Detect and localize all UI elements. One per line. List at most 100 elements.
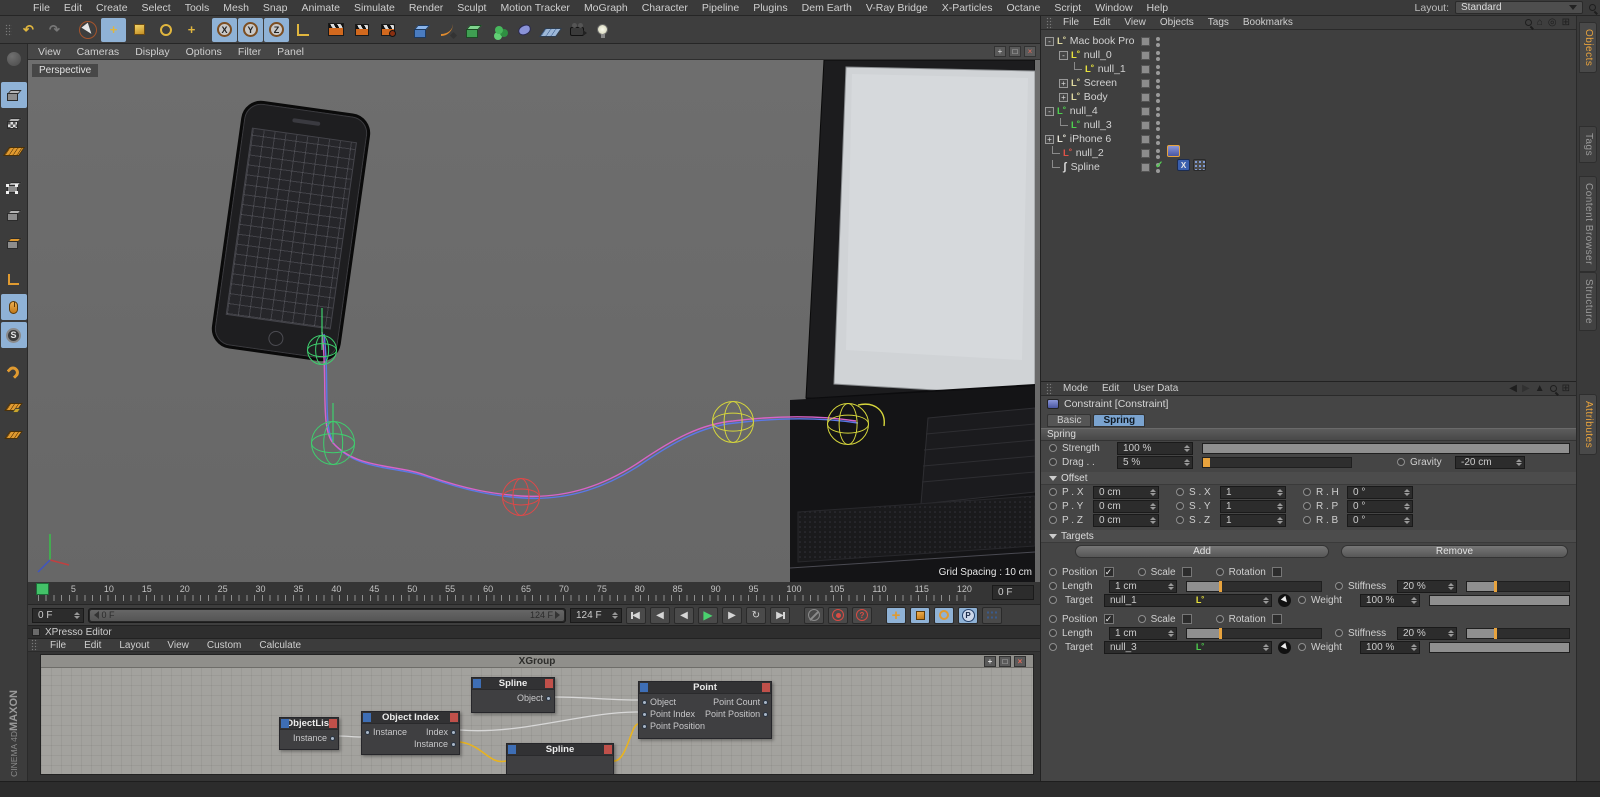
viewport-menu-item[interactable]: Options: [178, 46, 230, 58]
visibility-dots[interactable]: [1156, 93, 1160, 97]
search-icon[interactable]: [1525, 19, 1532, 26]
menu-item[interactable]: V-Ray Bridge: [859, 2, 935, 14]
offset-value-field[interactable]: 0 °: [1347, 500, 1413, 513]
object-tree-row[interactable]: - L Mac book Pro: [1041, 34, 1576, 48]
menu-item[interactable]: MoGraph: [577, 2, 635, 14]
xpresso-node-point[interactable]: Point ObjectPoint IndexPoint Position Po…: [638, 681, 772, 739]
menu-item[interactable]: Snap: [256, 2, 295, 14]
anim-dot-icon[interactable]: [1049, 502, 1057, 510]
x-axis-lock-button[interactable]: X: [212, 18, 237, 42]
anim-dot-icon[interactable]: [1138, 568, 1146, 576]
xpresso-menu-item[interactable]: Custom: [198, 640, 250, 651]
keyframe-help-button[interactable]: ?: [852, 607, 872, 624]
object-tree-row[interactable]: - L null_0: [1041, 48, 1576, 62]
anim-dot-icon[interactable]: [1335, 629, 1343, 637]
object-tree-row[interactable]: L null_1: [1041, 62, 1576, 76]
xpresso-menu-item[interactable]: Edit: [75, 640, 110, 651]
node-output-corner[interactable]: [545, 679, 553, 688]
anim-dot-icon[interactable]: [1049, 629, 1057, 637]
play-button[interactable]: ▶: [698, 607, 718, 624]
layer-chip[interactable]: [1141, 107, 1150, 116]
current-frame-box[interactable]: 0 F: [992, 585, 1034, 600]
offset-value-field[interactable]: 0 cm: [1093, 514, 1159, 527]
polygons-mode-button[interactable]: [1, 230, 27, 256]
weight-field[interactable]: 100 %: [1360, 594, 1420, 607]
viewport-tweak-button[interactable]: [1, 294, 27, 320]
strength-field[interactable]: 100 %: [1117, 442, 1193, 455]
offset-value-field[interactable]: 0 °: [1347, 486, 1413, 499]
null-gizmo-yellow-right[interactable]: [827, 403, 869, 445]
anim-dot-icon[interactable]: [1049, 516, 1057, 524]
stiffness-field[interactable]: 20 %: [1397, 627, 1457, 640]
playhead-marker[interactable]: [36, 583, 49, 595]
output-port[interactable]: [546, 696, 551, 701]
gravity-field[interactable]: -20 cm: [1455, 456, 1525, 469]
last-tool[interactable]: +: [179, 18, 204, 42]
anim-dot-icon[interactable]: [1049, 568, 1057, 576]
node-input-corner[interactable]: [473, 679, 481, 688]
viewport-menu-item[interactable]: Cameras: [69, 46, 128, 58]
object-tree-row[interactable]: ʃ Spline: [1041, 160, 1576, 174]
weight-slider[interactable]: [1429, 595, 1570, 606]
object-name[interactable]: null_4: [1070, 105, 1098, 117]
layer-chip[interactable]: [1141, 149, 1150, 158]
stepper-arrows[interactable]: [74, 612, 80, 619]
menu-item[interactable]: Select: [135, 2, 178, 14]
offset-value-field[interactable]: 0 °: [1347, 514, 1413, 527]
output-port[interactable]: [763, 712, 768, 717]
node-input-corner[interactable]: [363, 713, 371, 722]
spline-pen-button[interactable]: [434, 18, 459, 42]
visibility-dots[interactable]: [1156, 121, 1160, 125]
position-checkbox[interactable]: ✓: [1104, 567, 1114, 577]
layer-chip[interactable]: [1141, 37, 1150, 46]
node-titlebar[interactable]: Spline: [507, 744, 613, 756]
offset-value-field[interactable]: 1: [1220, 486, 1286, 499]
undo-button[interactable]: ↶: [16, 18, 41, 42]
side-tab-content-browser[interactable]: Content Browser: [1579, 176, 1597, 272]
anim-dot-icon[interactable]: [1049, 458, 1057, 466]
anim-dot-icon[interactable]: [1397, 458, 1405, 466]
object-manager-menu-item[interactable]: Bookmarks: [1236, 17, 1300, 28]
xpresso-tag[interactable]: X: [1177, 159, 1190, 171]
menu-item[interactable]: X-Particles: [935, 2, 1000, 14]
workplane-mode-button[interactable]: [1, 138, 27, 164]
xpresso-menu-item[interactable]: File: [41, 640, 75, 651]
object-name[interactable]: null_1: [1098, 63, 1126, 75]
menu-item[interactable]: Window: [1088, 2, 1139, 14]
layer-chip[interactable]: [1141, 135, 1150, 144]
xpresso-node-objectlist[interactable]: ObjectList Instance: [279, 717, 339, 750]
enabled-check-icon[interactable]: ✓: [1155, 160, 1163, 171]
visibility-dots[interactable]: [1156, 51, 1160, 55]
input-port[interactable]: [642, 712, 647, 717]
menu-item[interactable]: Motion Tracker: [493, 2, 576, 14]
record-disabled-button[interactable]: [804, 607, 824, 624]
node-titlebar[interactable]: ObjectList: [280, 718, 338, 730]
anim-dot-icon[interactable]: [1176, 488, 1184, 496]
remove-target-button[interactable]: Remove: [1341, 545, 1568, 558]
side-tab-tags[interactable]: Tags: [1579, 126, 1597, 163]
menubar-grip[interactable]: [1046, 383, 1053, 395]
autokey-button[interactable]: [828, 607, 848, 624]
object-name[interactable]: Mac book Pro: [1070, 35, 1135, 47]
toolbar-grip[interactable]: [5, 24, 12, 36]
target-field[interactable]: null_3L: [1104, 641, 1272, 654]
menu-item[interactable]: Sculpt: [450, 2, 493, 14]
node-output-corner[interactable]: [329, 719, 337, 728]
layer-chip[interactable]: [1141, 79, 1150, 88]
stiffness-field[interactable]: 20 %: [1397, 580, 1457, 593]
object-tree-row[interactable]: L null_3: [1041, 118, 1576, 132]
sculpt-mode-button[interactable]: [1, 46, 27, 72]
node-input-corner[interactable]: [640, 683, 648, 692]
object-tree-row[interactable]: - L null_4: [1041, 104, 1576, 118]
xpresso-canvas[interactable]: XGroup + □ × ObjectList: [40, 654, 1034, 775]
history-back-icon[interactable]: ◀: [1509, 384, 1517, 394]
history-forward-icon[interactable]: ▶: [1522, 384, 1530, 394]
menu-item[interactable]: Dem Earth: [795, 2, 859, 14]
anim-dot-icon[interactable]: [1298, 643, 1306, 651]
menubar-grip[interactable]: [31, 639, 38, 651]
key-pla-button[interactable]: [982, 607, 1002, 624]
stiffness-slider[interactable]: [1466, 581, 1570, 592]
search-icon[interactable]: [1589, 4, 1596, 11]
anim-dot-icon[interactable]: [1138, 615, 1146, 623]
object-name[interactable]: null_2: [1076, 147, 1104, 159]
